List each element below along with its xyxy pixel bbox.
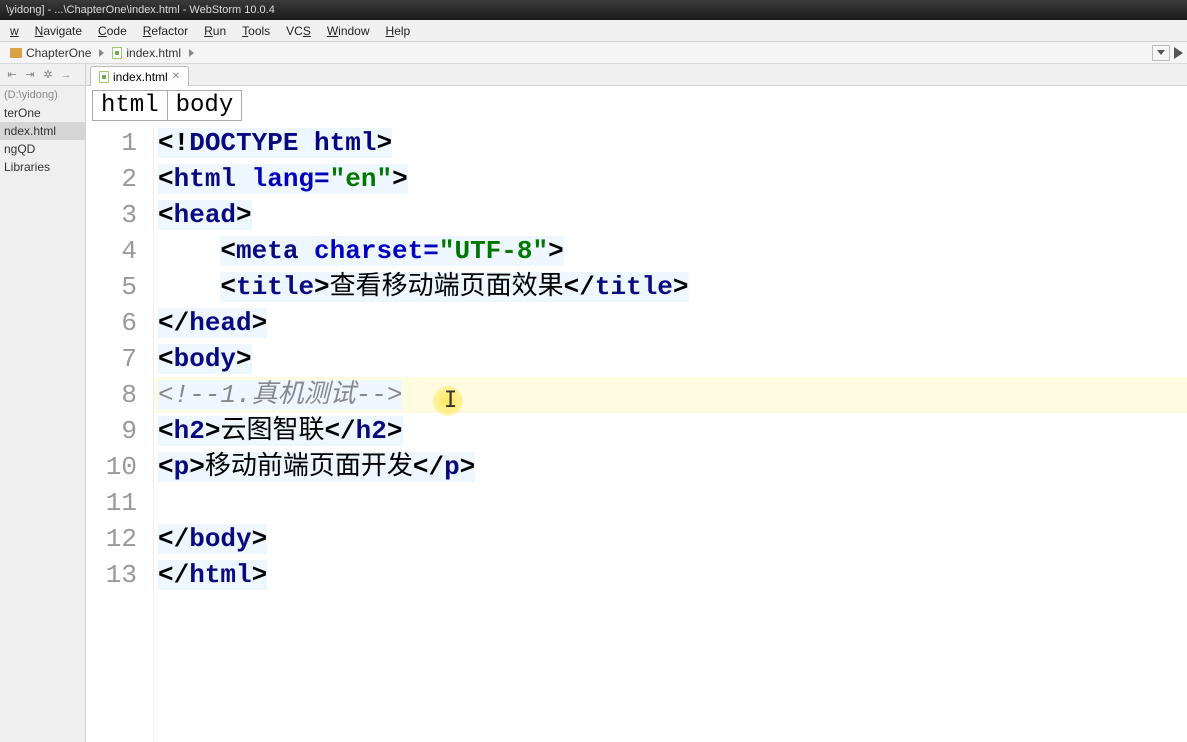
code-line[interactable]: <p>移动前端页面开发</p> xyxy=(154,449,1187,485)
project-toolbar: ⇤ ⇥ ✲ → xyxy=(0,64,86,85)
line-number: 2 xyxy=(86,161,137,197)
gear-icon[interactable]: ✲ xyxy=(40,67,56,83)
line-number: 4 xyxy=(86,233,137,269)
tag-crumb-segment[interactable]: body xyxy=(168,90,243,121)
toolbar-row: ⇤ ⇥ ✲ → index.html ✕ xyxy=(0,64,1187,86)
line-number: 7 xyxy=(86,341,137,377)
line-number: 6 xyxy=(86,305,137,341)
sidebar-item[interactable]: ndex.html xyxy=(0,122,85,140)
line-number: 1 xyxy=(86,125,137,161)
code-area[interactable]: 12345678910111213 <!DOCTYPE html><html l… xyxy=(86,125,1187,742)
line-number: 12 xyxy=(86,521,137,557)
line-number: 13 xyxy=(86,557,137,593)
menu-item-vcs[interactable]: VCS xyxy=(278,22,319,40)
line-number: 10 xyxy=(86,449,137,485)
code-editor[interactable]: htmlbody 12345678910111213 <!DOCTYPE htm… xyxy=(86,86,1187,742)
code-line[interactable]: <title>查看移动端页面效果</title> xyxy=(154,269,1187,305)
breadcrumb-file[interactable]: index.html xyxy=(106,44,187,62)
breadcrumb-folder-label: ChapterOne xyxy=(26,46,91,60)
breadcrumb-folder[interactable]: ChapterOne xyxy=(4,44,97,62)
line-number: 11 xyxy=(86,485,137,521)
breadcrumb-bar: ChapterOne index.html xyxy=(0,42,1187,64)
menu-item-help[interactable]: Help xyxy=(378,22,419,40)
close-icon[interactable]: ✕ xyxy=(172,71,180,82)
menu-item-window[interactable]: Window xyxy=(319,22,378,40)
sidebar-item[interactable]: ngQD xyxy=(0,140,85,158)
expand-icon[interactable]: ⇥ xyxy=(22,67,38,83)
code-line[interactable]: <h2>云图智联</h2> xyxy=(154,413,1187,449)
code-line[interactable]: <head> xyxy=(154,197,1187,233)
collapse-icon[interactable]: ⇤ xyxy=(4,67,20,83)
line-number: 5 xyxy=(86,269,137,305)
tab-index-html[interactable]: index.html ✕ xyxy=(90,66,189,86)
menu-item-refactor[interactable]: Refactor xyxy=(135,22,196,40)
editor-tabs: index.html ✕ xyxy=(86,64,189,86)
chevron-right-icon xyxy=(99,49,104,57)
line-number: 9 xyxy=(86,413,137,449)
hide-icon[interactable]: → xyxy=(58,67,74,83)
code-line[interactable]: <meta charset="UTF-8"> xyxy=(154,233,1187,269)
window-title: \yidong] - ...\ChapterOne\index.html - W… xyxy=(6,4,275,16)
chevron-right-icon xyxy=(189,49,194,57)
breadcrumb-dropdown-button[interactable] xyxy=(1152,45,1170,61)
menubar: wNavigateCodeRefactorRunToolsVCSWindowHe… xyxy=(0,20,1187,42)
sidebar-item[interactable]: terOne xyxy=(0,104,85,122)
html-file-icon xyxy=(99,71,109,83)
titlebar: \yidong] - ...\ChapterOne\index.html - W… xyxy=(0,0,1187,20)
project-root[interactable]: (D:\yidong) xyxy=(0,86,85,104)
tag-crumb-segment[interactable]: html xyxy=(92,90,168,121)
line-number: 3 xyxy=(86,197,137,233)
code-line[interactable]: </head> xyxy=(154,305,1187,341)
code-line[interactable]: <body> xyxy=(154,341,1187,377)
code-line[interactable]: </body> xyxy=(154,521,1187,557)
menu-item-navigate[interactable]: Navigate xyxy=(27,22,90,40)
run-button[interactable] xyxy=(1174,47,1183,59)
menu-item-code[interactable]: Code xyxy=(90,22,135,40)
menu-item-w[interactable]: w xyxy=(2,22,27,40)
tab-label: index.html xyxy=(113,70,168,84)
line-gutter: 12345678910111213 xyxy=(86,125,154,742)
menu-item-tools[interactable]: Tools xyxy=(234,22,278,40)
folder-icon xyxy=(10,48,22,58)
line-number: 8 xyxy=(86,377,137,413)
menu-item-run[interactable]: Run xyxy=(196,22,234,40)
breadcrumb-file-label: index.html xyxy=(126,46,181,60)
html-file-icon xyxy=(112,47,122,59)
project-sidebar[interactable]: (D:\yidong) terOnendex.htmlngQDLibraries xyxy=(0,86,86,742)
triangle-down-icon xyxy=(1157,50,1165,55)
code-line[interactable]: <html lang="en"> xyxy=(154,161,1187,197)
code-line[interactable] xyxy=(154,485,1187,521)
tag-breadcrumb: htmlbody xyxy=(86,86,1187,125)
sidebar-item[interactable]: Libraries xyxy=(0,158,85,176)
code-line[interactable]: </html> xyxy=(154,557,1187,593)
code-line[interactable]: <!--1.真机测试--> xyxy=(154,377,1187,413)
code-line[interactable]: <!DOCTYPE html> xyxy=(154,125,1187,161)
